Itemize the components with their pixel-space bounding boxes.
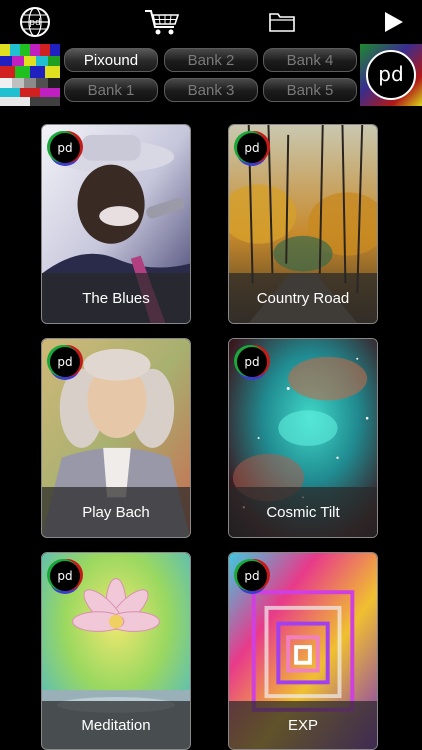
patch-card-exp[interactable]: pd EXP <box>228 552 378 750</box>
patch-card-cosmic-tilt[interactable]: pd Cosmic Tilt <box>228 338 378 538</box>
svg-text:pd: pd <box>57 141 72 155</box>
pd-globe-icon[interactable]: pd <box>18 6 52 38</box>
svg-text:pd: pd <box>57 355 72 369</box>
svg-text:pd: pd <box>244 569 259 583</box>
patch-card-meditation[interactable]: pd Meditation <box>41 552 191 750</box>
pd-logo-badge: pd <box>366 50 416 100</box>
pd-badge-icon: pd <box>237 133 267 163</box>
svg-text:pd: pd <box>378 62 403 86</box>
card-title: The Blues <box>42 273 190 323</box>
card-title: EXP <box>229 701 377 749</box>
svg-text:pd: pd <box>244 141 259 155</box>
top-toolbar: pd <box>0 0 422 44</box>
pd-badge-icon: pd <box>237 561 267 591</box>
bank-button-bank-5[interactable]: Bank 5 <box>263 78 357 102</box>
bank-button-bank-2[interactable]: Bank 2 <box>164 48 258 72</box>
pd-logo-icon[interactable]: pd <box>360 44 422 106</box>
svg-text:pd: pd <box>29 18 40 28</box>
bank-button-bank-4[interactable]: Bank 4 <box>263 48 357 72</box>
card-title: Play Bach <box>42 487 190 537</box>
pd-badge-icon: pd <box>50 561 80 591</box>
pd-badge-icon: pd <box>50 133 80 163</box>
card-title: Country Road <box>229 273 377 323</box>
patch-card-play-bach[interactable]: pd Play Bach <box>41 338 191 538</box>
bank-button-bank-3[interactable]: Bank 3 <box>164 78 258 102</box>
svg-text:pd: pd <box>57 569 72 583</box>
pd-badge-icon: pd <box>237 347 267 377</box>
card-title: Meditation <box>42 701 190 749</box>
cart-icon[interactable] <box>143 6 181 38</box>
color-test-pattern-image[interactable] <box>0 44 60 106</box>
bank-button-bank-1[interactable]: Bank 1 <box>64 78 158 102</box>
play-icon[interactable] <box>376 6 410 38</box>
pd-badge-icon: pd <box>50 347 80 377</box>
svg-text:pd: pd <box>244 355 259 369</box>
bank-button-pixound[interactable]: Pixound <box>64 48 158 72</box>
patch-card-the-blues[interactable]: pd The Blues <box>41 124 191 324</box>
bank-selector: Pixound Bank 2 Bank 4 Bank 1 Bank 3 Bank… <box>0 44 422 106</box>
patch-card-country-road[interactable]: pd Country Road <box>228 124 378 324</box>
card-title: Cosmic Tilt <box>229 487 377 537</box>
folder-icon[interactable] <box>265 6 299 38</box>
